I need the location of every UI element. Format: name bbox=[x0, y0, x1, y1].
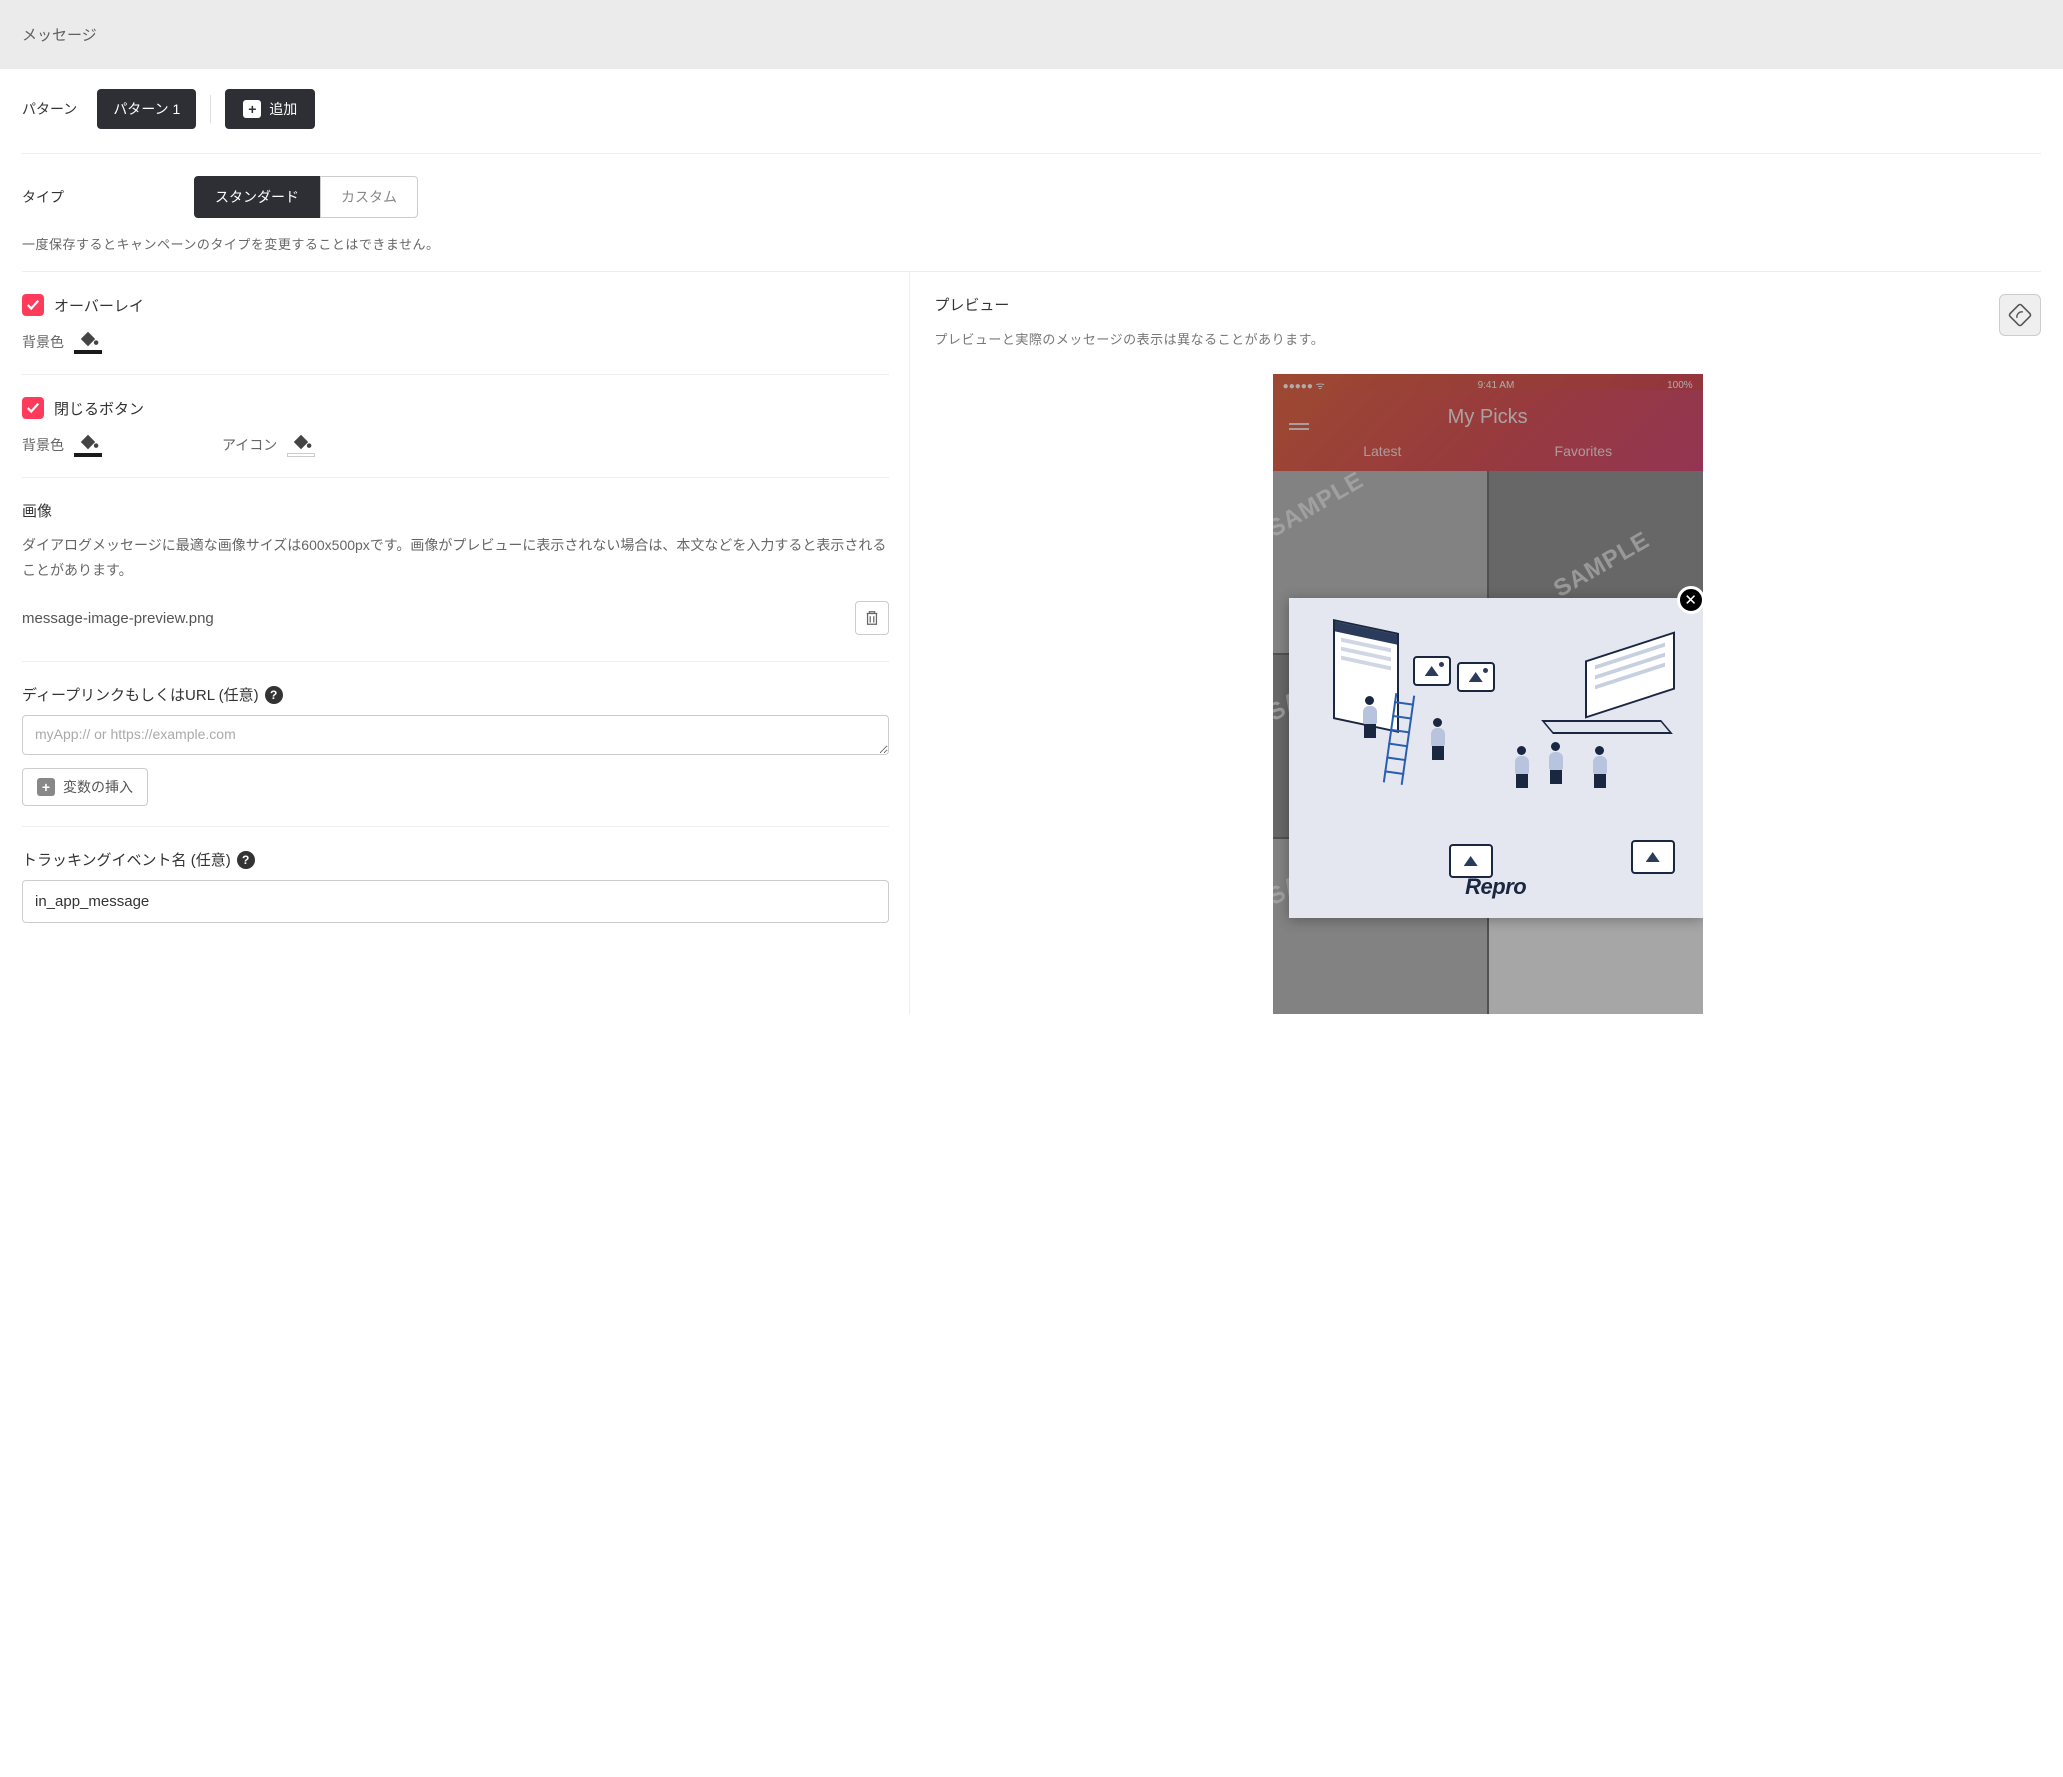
left-column: オーバーレイ 背景色 bbox=[22, 272, 910, 1014]
insert-variable-label: 変数の挿入 bbox=[63, 777, 133, 797]
overlay-bg-label: 背景色 bbox=[22, 332, 64, 352]
close-button-checkbox[interactable] bbox=[22, 397, 44, 419]
trash-icon bbox=[864, 610, 880, 626]
pattern-divider bbox=[210, 95, 211, 123]
color-swatch-bar bbox=[74, 350, 102, 354]
preview-note: プレビューと実際のメッセージの表示は異なることがあります。 bbox=[934, 329, 1324, 348]
image-filename: message-image-preview.png bbox=[22, 610, 214, 627]
deeplink-section: ディープリンクもしくはURL (任意) ? + 変数の挿入 bbox=[22, 662, 889, 827]
insert-variable-button[interactable]: + 変数の挿入 bbox=[22, 768, 148, 806]
rotate-icon bbox=[2008, 303, 2032, 327]
phone-preview-wrap: ●●●●● ᯤ 9:41 AM 100% My Picks Latest Fav… bbox=[934, 374, 2041, 1014]
plus-icon: + bbox=[37, 778, 55, 796]
illus-person bbox=[1429, 718, 1447, 762]
close-button-title: 閉じるボタン bbox=[54, 398, 144, 419]
deeplink-input[interactable] bbox=[22, 715, 889, 755]
image-section: 画像 ダイアログメッセージに最適な画像サイズは600x500pxです。画像がプレ… bbox=[22, 478, 889, 662]
overlay-section: オーバーレイ 背景色 bbox=[22, 272, 889, 375]
type-standard-label: スタンダード bbox=[215, 189, 299, 205]
overlay-title: オーバーレイ bbox=[54, 295, 144, 316]
add-pattern-label: 追加 bbox=[269, 99, 297, 119]
close-bg-label: 背景色 bbox=[22, 435, 64, 455]
add-pattern-button[interactable]: + 追加 bbox=[225, 89, 315, 129]
type-custom-label: カスタム bbox=[341, 189, 397, 205]
container: パターン パターン 1 + 追加 タイプ スタンダード カスタム 一度保存すると… bbox=[0, 69, 2063, 1014]
tracking-event-input[interactable] bbox=[22, 880, 889, 923]
plus-icon: + bbox=[243, 100, 261, 118]
preview-modal: ✕ bbox=[1289, 598, 1703, 918]
pattern-label: パターン bbox=[22, 99, 77, 119]
close-icon-label: アイコン bbox=[222, 435, 277, 455]
illus-person bbox=[1361, 696, 1379, 740]
image-title: 画像 bbox=[22, 500, 889, 521]
rotate-preview-button[interactable] bbox=[1999, 294, 2041, 336]
check-icon bbox=[26, 401, 40, 415]
tracking-section: トラッキングイベント名 (任意) ? bbox=[22, 827, 889, 943]
right-column: プレビュー プレビューと実際のメッセージの表示は異なることがあります。 ●●●●… bbox=[910, 272, 2041, 1014]
close-button-section: 閉じるボタン 背景色 アイコン bbox=[22, 375, 889, 478]
page-header: メッセージ bbox=[0, 0, 2063, 69]
type-note: 一度保存するとキャンペーンのタイプを変更することはできません。 bbox=[22, 234, 2041, 253]
type-standard-button[interactable]: スタンダード bbox=[194, 176, 320, 218]
overlay-bg-color-picker[interactable] bbox=[74, 330, 102, 354]
illus-person bbox=[1513, 746, 1531, 790]
paint-bucket-icon bbox=[77, 330, 99, 348]
delete-image-button[interactable] bbox=[855, 601, 889, 635]
help-icon[interactable]: ? bbox=[265, 686, 283, 704]
image-description: ダイアログメッセージに最適な画像サイズは600x500pxです。画像がプレビュー… bbox=[22, 533, 889, 583]
illus-laptop bbox=[1555, 646, 1675, 726]
illus-image-card bbox=[1449, 844, 1493, 878]
paint-bucket-icon bbox=[290, 433, 312, 451]
illus-person bbox=[1547, 742, 1565, 786]
type-section: タイプ スタンダード カスタム 一度保存するとキャンペーンのタイプを変更すること… bbox=[22, 154, 2041, 272]
paint-bucket-icon bbox=[77, 433, 99, 451]
pattern-1-button[interactable]: パターン 1 bbox=[97, 89, 196, 129]
preview-modal-logo: Repro bbox=[1289, 874, 1703, 900]
type-label: タイプ bbox=[22, 187, 64, 207]
type-toggle: スタンダード カスタム bbox=[194, 176, 418, 218]
preview-modal-close-button[interactable]: ✕ bbox=[1677, 586, 1703, 614]
preview-title: プレビュー bbox=[934, 294, 1324, 315]
tracking-label: トラッキングイベント名 (任意) bbox=[22, 849, 231, 870]
pattern-row: パターン パターン 1 + 追加 bbox=[22, 69, 2041, 154]
page-title: メッセージ bbox=[22, 27, 97, 44]
preview-modal-illustration: Repro bbox=[1289, 598, 1703, 918]
deeplink-label: ディープリンクもしくはURL (任意) bbox=[22, 684, 259, 705]
illus-image-card bbox=[1413, 656, 1451, 686]
color-swatch-bar bbox=[287, 453, 315, 457]
illus-person bbox=[1591, 746, 1609, 790]
type-custom-button[interactable]: カスタム bbox=[320, 176, 418, 218]
illus-image-card bbox=[1631, 840, 1675, 874]
help-icon[interactable]: ? bbox=[237, 851, 255, 869]
illus-image-card bbox=[1457, 662, 1495, 692]
main-split: オーバーレイ 背景色 bbox=[22, 272, 2041, 1014]
pattern-1-label: パターン 1 bbox=[113, 99, 180, 119]
close-icon: ✕ bbox=[1684, 591, 1697, 609]
color-swatch-bar bbox=[74, 453, 102, 457]
check-icon bbox=[26, 298, 40, 312]
phone-preview: ●●●●● ᯤ 9:41 AM 100% My Picks Latest Fav… bbox=[1273, 374, 1703, 1014]
close-icon-color-picker[interactable] bbox=[287, 433, 315, 457]
close-bg-color-picker[interactable] bbox=[74, 433, 102, 457]
overlay-checkbox[interactable] bbox=[22, 294, 44, 316]
